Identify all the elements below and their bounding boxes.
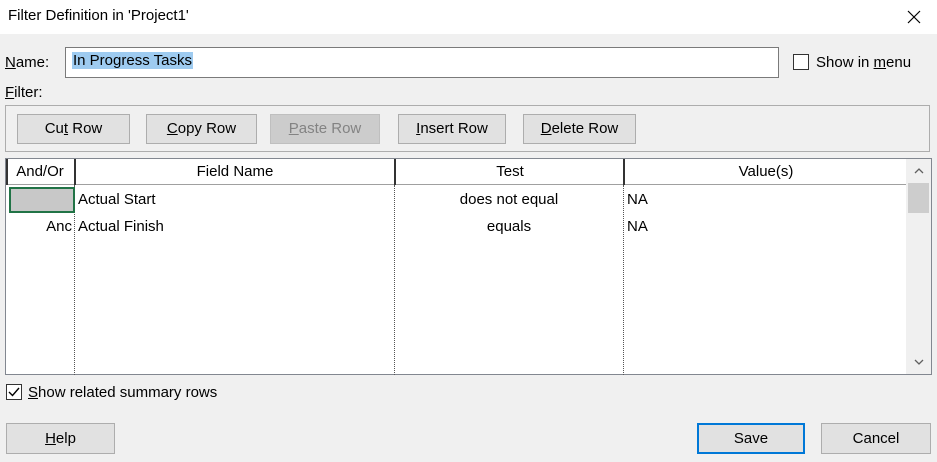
table-row-2-field[interactable]: Actual Finish [78, 214, 392, 240]
name-input[interactable]: In Progress Tasks [65, 47, 779, 78]
summary-rows-checkbox[interactable] [6, 384, 22, 400]
column-header-values[interactable]: Value(s) [626, 159, 906, 185]
copy-row-button[interactable]: Copy Row [146, 114, 257, 144]
show-in-menu-checkbox[interactable] [793, 54, 809, 70]
grid-line [623, 185, 624, 375]
save-button[interactable]: Save [697, 423, 805, 454]
name-label: Name: [5, 54, 50, 71]
grid-vertical-scrollbar[interactable] [906, 159, 931, 374]
table-row-2-and-or[interactable]: Anc [8, 214, 72, 240]
cancel-button[interactable]: Cancel [821, 423, 931, 454]
scroll-thumb[interactable] [908, 183, 929, 213]
title-bar: Filter Definition in 'Project1' [0, 0, 937, 34]
grid-line [394, 185, 395, 375]
column-divider[interactable] [74, 159, 76, 185]
close-icon [907, 10, 921, 24]
table-row-1-value[interactable]: NA [627, 187, 903, 213]
checkmark-icon [8, 387, 20, 397]
filter-label: Filter: [5, 84, 43, 101]
column-divider[interactable] [623, 159, 625, 185]
close-button[interactable] [891, 0, 937, 34]
active-cell-and-or[interactable] [9, 187, 75, 213]
column-divider[interactable] [394, 159, 396, 185]
column-header-field-name[interactable]: Field Name [76, 159, 394, 185]
filter-criteria-grid[interactable]: And/Or Field Name Test Value(s) Actual S… [5, 158, 932, 375]
row-toolbar: Cut Row Copy Row Paste Row Insert Row De… [5, 105, 930, 152]
table-row-1-test[interactable]: does not equal [396, 187, 622, 213]
help-button[interactable]: Help [6, 423, 115, 454]
table-row-2-test[interactable]: equals [396, 214, 622, 240]
column-header-test[interactable]: Test [396, 159, 624, 185]
column-header-and-or[interactable]: And/Or [6, 159, 74, 185]
table-row-2-value[interactable]: NA [627, 214, 903, 240]
insert-row-button[interactable]: Insert Row [398, 114, 506, 144]
cut-row-button[interactable]: Cut Row [17, 114, 130, 144]
column-divider [6, 159, 8, 185]
scroll-down-button[interactable] [906, 352, 931, 372]
scroll-up-button[interactable] [906, 161, 931, 181]
summary-rows-label[interactable]: Show related summary rows [28, 384, 217, 401]
table-row-1-field[interactable]: Actual Start [78, 187, 392, 213]
grid-line [74, 185, 75, 375]
chevron-down-icon [914, 359, 923, 365]
chevron-up-icon [914, 168, 923, 174]
grid-header: And/Or Field Name Test Value(s) [6, 159, 906, 185]
delete-row-button[interactable]: Delete Row [523, 114, 636, 144]
name-input-value: In Progress Tasks [72, 52, 193, 69]
show-in-menu-label[interactable]: Show in menu [816, 54, 911, 71]
window-title: Filter Definition in 'Project1' [8, 7, 189, 24]
paste-row-button[interactable]: Paste Row [270, 114, 380, 144]
